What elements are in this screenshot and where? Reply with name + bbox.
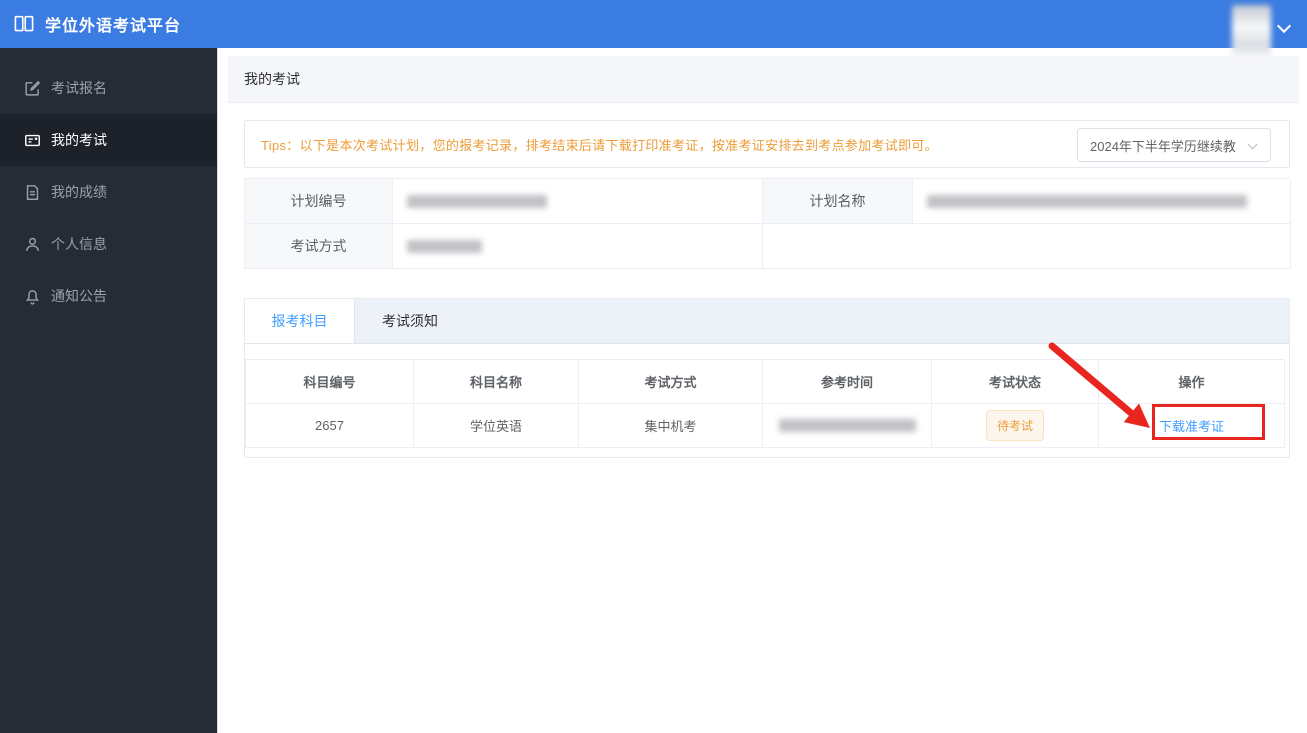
tab-exam-notes[interactable]: 考试须知: [355, 299, 465, 343]
person-icon: [24, 236, 41, 253]
plan-no-value: [393, 179, 763, 224]
sidebar-item-my-exams[interactable]: 我的考试: [0, 114, 217, 166]
plan-filter-value: 2024年下半年学历继续教: [1090, 138, 1236, 154]
cell-exam-time: [763, 404, 932, 448]
subjects-table: 科目编号 科目名称 考试方式 参考时间 考试状态 操作 2657 学位英语 集中…: [245, 359, 1285, 448]
redacted-value: [927, 194, 1247, 208]
redacted-value: [407, 239, 482, 253]
redacted-value: [407, 194, 547, 208]
sidebar: 考试报名 我的考试 我的成绩 个人信息 通知公告: [0, 48, 218, 733]
exam-card-icon: [24, 132, 41, 149]
col-header-subject-code: 科目编号: [245, 360, 414, 404]
tab-bar: 报考科目 考试须知: [245, 299, 1289, 344]
cell-actions: 下载准考证: [1099, 404, 1285, 448]
tips-banner: Tips：以下是本次考试计划，您的报考记录，排考结束后请下载打印准考证，按准考证…: [244, 120, 1290, 168]
plan-filter-select[interactable]: 2024年下半年学历继续教: [1077, 128, 1271, 162]
status-badge: 待考试: [985, 410, 1044, 441]
page-title: 我的考试: [244, 71, 300, 87]
cell-exam-status: 待考试: [932, 404, 1099, 448]
avatar[interactable]: [1232, 5, 1271, 61]
open-book-icon: [14, 15, 34, 33]
sidebar-item-label: 通知公告: [51, 288, 107, 304]
col-header-exam-time: 参考时间: [763, 360, 932, 404]
cell-subject-name: 学位英语: [414, 404, 579, 448]
plan-name-value: [913, 179, 1291, 224]
tips-text: Tips：以下是本次考试计划，您的报考记录，排考结束后请下载打印准考证，按准考证…: [261, 137, 938, 153]
sidebar-item-label: 我的成绩: [51, 184, 107, 200]
sidebar-item-label: 个人信息: [51, 236, 107, 252]
exam-mode-label: 考试方式: [245, 224, 393, 269]
cell-subject-code: 2657: [245, 404, 414, 448]
app-title: 学位外语考试平台: [45, 18, 182, 35]
exam-mode-value: [393, 224, 763, 269]
chevron-down-icon[interactable]: [1279, 21, 1289, 31]
bell-icon: [24, 288, 41, 305]
edit-square-icon: [24, 80, 41, 97]
score-document-icon: [24, 184, 41, 201]
empty-cell: [763, 224, 1291, 269]
tab-registered-subjects[interactable]: 报考科目: [245, 299, 355, 343]
plan-info-table: 计划编号 计划名称 考试方式: [244, 178, 1291, 269]
plan-name-label: 计划名称: [763, 179, 913, 224]
sidebar-item-personal-info[interactable]: 个人信息: [0, 218, 217, 270]
app-header: 学位外语考试平台: [0, 0, 1307, 61]
sidebar-item-notices[interactable]: 通知公告: [0, 270, 217, 322]
download-admission-ticket-link[interactable]: 下载准考证: [1159, 416, 1224, 435]
col-header-subject-name: 科目名称: [414, 360, 579, 404]
exam-tabs-card: 报考科目 考试须知 科目编号 科目名称 考试方式 参考时间 考试状态 操作 26…: [244, 298, 1290, 458]
plan-no-label: 计划编号: [245, 179, 393, 224]
col-header-exam-status: 考试状态: [932, 360, 1099, 404]
sidebar-item-label: 我的考试: [51, 132, 107, 148]
sidebar-item-label: 考试报名: [51, 80, 107, 96]
col-header-exam-mode: 考试方式: [579, 360, 763, 404]
redacted-value: [778, 419, 916, 432]
chevron-down-icon: [1249, 141, 1258, 150]
breadcrumb: 我的考试: [228, 56, 1299, 103]
cell-exam-mode: 集中机考: [579, 404, 763, 448]
sidebar-item-exam-signup[interactable]: 考试报名: [0, 62, 217, 114]
sidebar-item-my-scores[interactable]: 我的成绩: [0, 166, 217, 218]
col-header-actions: 操作: [1099, 360, 1285, 404]
